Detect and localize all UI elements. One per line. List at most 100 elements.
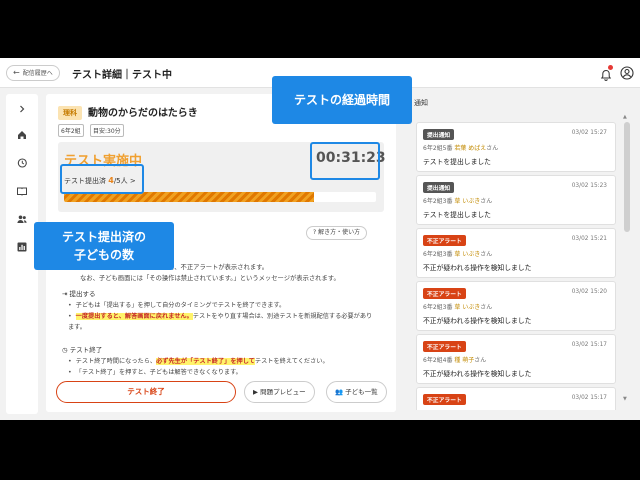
notification-student: 6年2組4番 種 萌子さん: [423, 355, 486, 364]
notification-message: テストを提出しました: [423, 211, 491, 219]
how-to-use-button[interactable]: ? 解き方・使い方: [306, 226, 368, 240]
list-item: 子どもは「提出する」を押して自分のタイミングでテストを終了できます。: [68, 300, 378, 311]
student-class: 6年2組4番: [423, 357, 453, 364]
notification-time: 03/02 15:17: [571, 342, 607, 348]
count-callout-line1: テスト提出済の: [61, 230, 146, 244]
notification-student: 6年2組3番 草 いぶきさん: [423, 249, 492, 258]
list-item: テスト終了時間になったら、必ず先生が「テスト終了」を押してテストを終えてください…: [68, 356, 378, 367]
notification-student: 6年2組5番 若葉 めばえさん: [423, 143, 498, 152]
notification-type-badge: 提出通知: [423, 129, 455, 140]
students-list-label: 子ども一覧: [345, 388, 378, 396]
student-suffix: さん: [480, 198, 493, 205]
submitted-highlight-box: [60, 164, 144, 194]
scroll-up-arrow[interactable]: ▲: [623, 114, 627, 120]
unit-title: 動物のからだのはたらき: [88, 108, 198, 119]
end-bullets: テスト終了時間になったら、必ず先生が「テスト終了」を押してテストを終えてください…: [68, 356, 378, 378]
notification-student: 6年2組3番 草 いぶきさん: [423, 302, 492, 311]
student-suffix: さん: [486, 145, 499, 152]
back-button-label: 配信履歴へ: [22, 70, 53, 77]
subject-badge: 理科: [58, 106, 82, 120]
back-to-history-button[interactable]: ← 配信履歴へ: [6, 65, 60, 81]
notification-item[interactable]: 不正アラート 03/02 15:20 6年2組3番 草 いぶきさん 不正が疑われ…: [416, 281, 616, 331]
notification-item[interactable]: 提出通知 03/02 15:23 6年2組3番 草 いぶきさん テストを提出しま…: [416, 175, 616, 225]
student-suffix: さん: [474, 357, 487, 364]
student-suffix: さん: [480, 304, 493, 311]
notification-message: 不正が疑われる操作を検知しました: [423, 264, 532, 272]
student-suffix: さん: [480, 251, 493, 258]
notification-type-badge: 不正アラート: [423, 288, 466, 299]
notification-message: 不正が疑われる操作を検知しました: [423, 370, 532, 378]
timer-highlight-box: [310, 142, 380, 180]
play-circle-icon: ▶: [253, 388, 258, 396]
chevron-right-icon[interactable]: [16, 100, 28, 113]
end-bullet-2: 「テスト終了」を押すと、子どもは解答できなくなります。: [75, 369, 242, 376]
elapsed-time-callout: テストの経過時間: [272, 76, 412, 124]
clock-icon: ◷: [62, 346, 68, 354]
arrow-left-icon: ←: [13, 68, 20, 77]
notification-item[interactable]: 不正アラート 03/02 15:21 6年2組3番 草 いぶきさん 不正が疑われ…: [416, 228, 616, 278]
action-bar: テスト終了 ▶ 問題プレビュー 👥 子ども一覧: [46, 377, 396, 412]
submit-bullet-1: 子どもは「提出する」を押して自分のタイミングでテストを終了できます。: [75, 302, 286, 309]
history-icon[interactable]: [16, 154, 28, 168]
notification-type-badge: 不正アラート: [423, 394, 466, 405]
how-to-use-label: 解き方・使い方: [318, 229, 361, 236]
notification-type-badge: 不正アラート: [423, 235, 466, 246]
end-bullet-1-highlight: 必ず先生が「テスト終了」を押して: [156, 358, 255, 365]
submit-bullet-2-highlight: 一度提出すると、解答画面に戻れません。: [75, 313, 193, 320]
notification-time: 03/02 15:17: [571, 395, 607, 401]
submit-heading-text: 提出する: [69, 290, 96, 298]
student-name: 種 萌子: [454, 357, 475, 364]
notifications-panel: 提出通知 03/02 15:27 6年2組5番 若葉 めばえさん テストを提出し…: [406, 114, 634, 410]
elapsed-callout-text: テストの経過時間: [293, 93, 390, 107]
submitted-count-callout: テスト提出済の 子どもの数: [34, 222, 174, 270]
notification-message: 不正が疑われる操作を検知しました: [423, 317, 532, 325]
end-heading-text: テスト終了: [69, 346, 103, 354]
end-section-heading: ◷ テスト終了: [62, 344, 102, 354]
preview-label: 問題プレビュー: [260, 388, 306, 396]
chart-icon[interactable]: [16, 238, 28, 252]
student-class: 6年2組5番: [423, 145, 453, 152]
notification-dot: [608, 65, 613, 70]
end-bullet-1-post: テストを終えてください。: [254, 358, 329, 365]
student-class: 6年2組3番: [423, 304, 453, 311]
notification-student: 6年2組3番 草 いぶきさん: [423, 196, 492, 205]
students-list-button[interactable]: 👥 子ども一覧: [326, 381, 387, 403]
submit-section-heading: ⇥ 提出する: [62, 288, 96, 298]
page-title: テスト詳細｜テスト中: [72, 70, 172, 81]
student-name: 草 いぶき: [454, 304, 481, 311]
home-icon[interactable]: [16, 126, 28, 139]
submit-icon: ⇥: [62, 290, 68, 298]
notifications-scrollbar[interactable]: [624, 122, 630, 232]
end-test-button[interactable]: テスト終了: [56, 381, 236, 403]
notification-time: 03/02 15:21: [571, 236, 607, 242]
notification-time: 03/02 15:27: [571, 130, 607, 136]
student-class: 6年2組3番: [423, 251, 453, 258]
notification-message: テストを提出しました: [423, 158, 491, 166]
student-name: 草 いぶき: [454, 251, 481, 258]
notification-type-badge: 提出通知: [423, 182, 455, 193]
notification-type-badge: 不正アラート: [423, 341, 466, 352]
scroll-down-arrow[interactable]: ▼: [623, 396, 627, 402]
notification-time: 03/02 15:20: [571, 289, 607, 295]
end-bullet-1-pre: テスト終了時間になったら、: [75, 358, 157, 365]
notification-time: 03/02 15:23: [571, 183, 607, 189]
class-tag: 6年2組: [58, 124, 84, 137]
users-icon[interactable]: [16, 210, 28, 223]
book-icon[interactable]: [16, 182, 28, 196]
student-name: 若葉 めばえ: [454, 145, 487, 152]
notification-item[interactable]: 不正アラート 03/02 15:17 6年2組4番 種 萌子さん 不正が疑われる…: [416, 334, 616, 384]
preview-button[interactable]: ▶ 問題プレビュー: [244, 381, 315, 403]
submit-bullets: 子どもは「提出する」を押して自分のタイミングでテストを終了できます。 一度提出す…: [68, 300, 378, 333]
notification-item[interactable]: 提出通知 03/02 15:27 6年2組5番 若葉 めばえさん テストを提出し…: [416, 122, 616, 172]
users-icon: 👥: [335, 388, 344, 396]
user-account-icon[interactable]: [620, 65, 634, 80]
time-guide-tag: 目安:30分: [90, 124, 124, 137]
student-class: 6年2組3番: [423, 198, 453, 205]
notification-item[interactable]: 不正アラート 03/02 15:17: [416, 387, 616, 410]
notifications-title: 通知: [414, 99, 428, 107]
help-circle-icon: ?: [313, 229, 317, 236]
student-name: 草 いぶき: [454, 198, 481, 205]
list-item: 一度提出すると、解答画面に戻れません。テストをやり直す場合は、別途テストを新規配…: [68, 311, 378, 333]
bell-icon[interactable]: [600, 65, 613, 81]
alert-desc-line2: なお、子ども画面には「その操作は禁止されています。」というメッセージが表示されま…: [80, 275, 340, 282]
